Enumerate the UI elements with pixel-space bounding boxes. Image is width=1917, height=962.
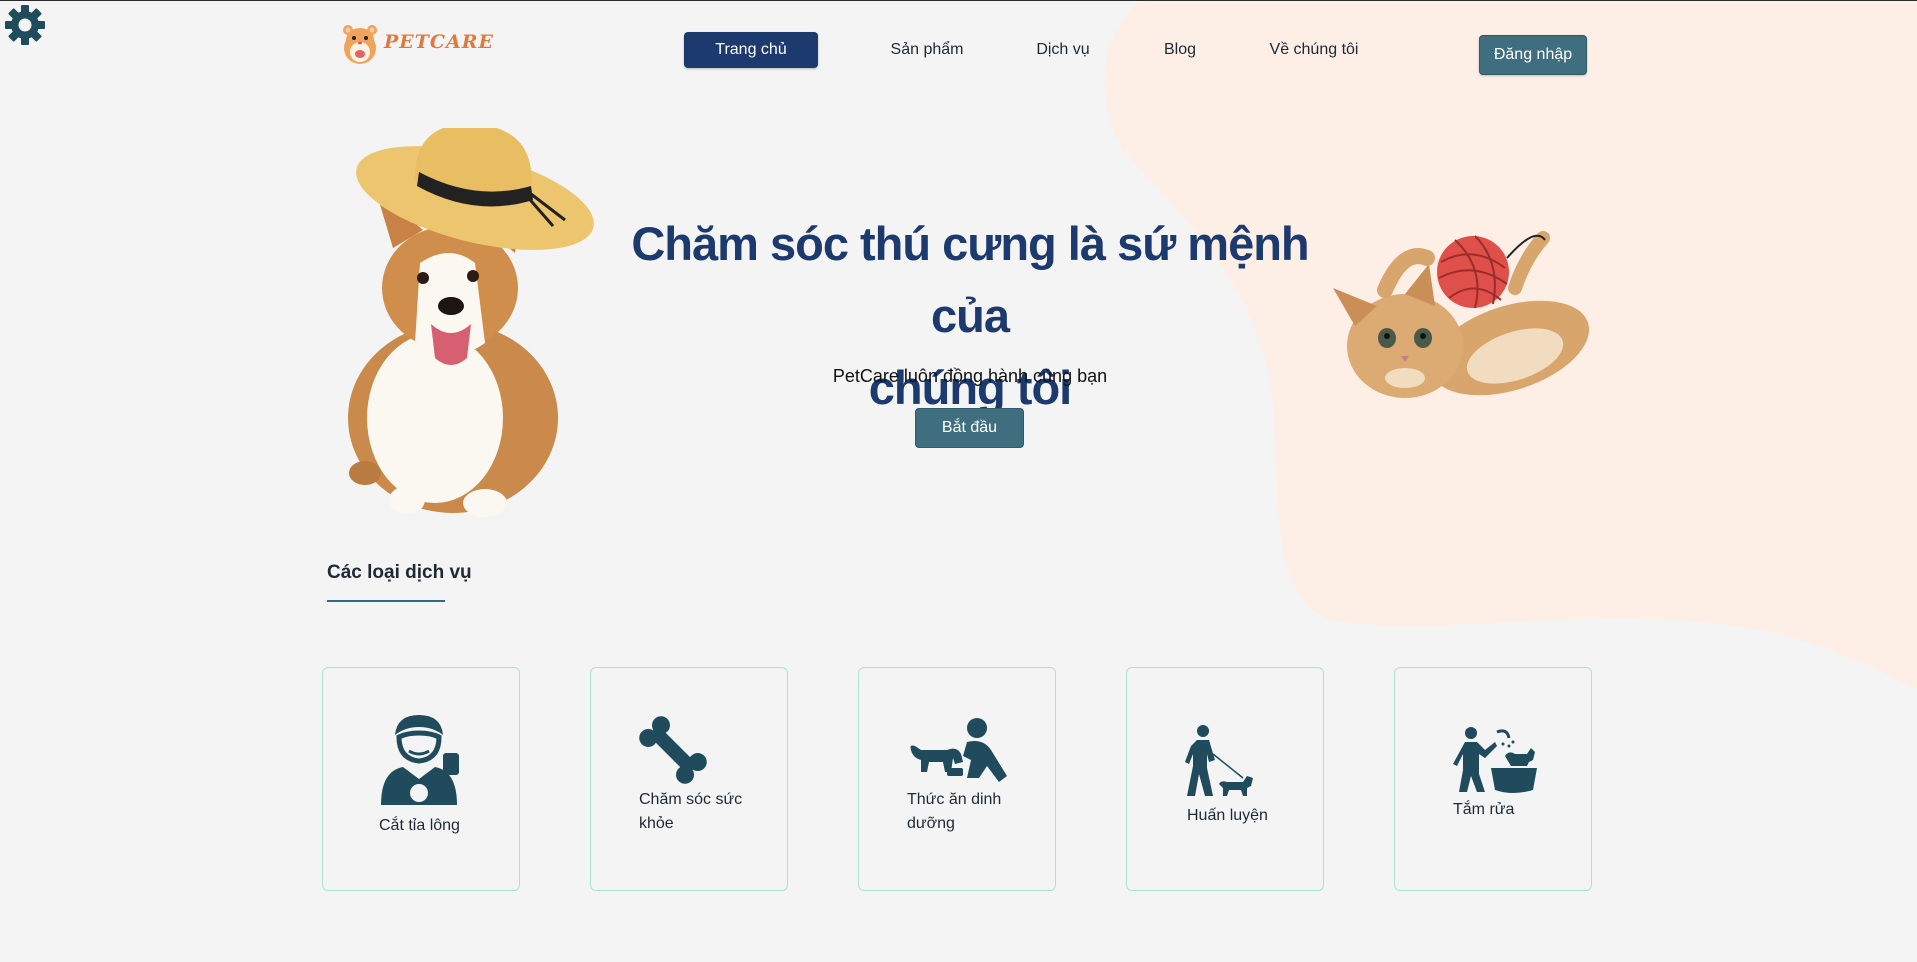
kitten-with-yarn-image [1333,231,1590,398]
bone-icon [639,716,707,784]
feeding-dog-icon [910,718,1007,782]
service-label: Chăm sóc sức khỏe [639,791,743,832]
service-label: Huấn luyện [1187,807,1268,824]
nav-item-home[interactable]: Trang chủ [684,32,818,68]
corgi-with-hat-image [348,128,594,517]
start-button[interactable]: Bắt đầu [915,408,1024,448]
nav-item-about[interactable]: Về chúng tôi [1256,32,1372,68]
service-card-grooming[interactable]: Cắt tỉa lông [322,667,520,891]
service-card-health[interactable]: Chăm sóc sức khỏe [590,667,788,891]
main-nav: Trang chủ Sản phẩm Dịch vụ Blog Về chúng… [0,32,1917,68]
nav-item-products[interactable]: Sản phẩm [874,32,980,68]
dog-walking-icon [1185,725,1253,796]
hero-title-line1: Chăm sóc thú cưng là sứ mệnh của [631,217,1309,342]
service-label: Tắm rửa [1453,801,1515,818]
nav-item-services[interactable]: Dịch vụ [1022,32,1104,68]
service-card-nutrition[interactable]: Thức ăn dinh dưỡng [858,667,1056,891]
section-title-underline [327,600,445,602]
service-label: Thức ăn dinh dưỡng [907,791,1002,832]
top-border [0,0,1917,1]
settings-gear-icon[interactable] [4,4,46,46]
nav-item-blog[interactable]: Blog [1150,32,1210,68]
groomer-icon [381,715,459,805]
service-label: Cắt tỉa lông [379,817,460,834]
dog-bathing-icon [1453,727,1537,793]
service-card-training[interactable]: Huấn luyện [1126,667,1324,891]
services-section-title: Các loại dịch vụ [327,562,472,583]
service-card-bathing[interactable]: Tắm rửa [1394,667,1592,891]
hero-subtitle: PetCare luôn đồng hành cùng bạn [832,366,1108,386]
hero-title: Chăm sóc thú cưng là sứ mệnh của chúng t… [600,208,1340,424]
